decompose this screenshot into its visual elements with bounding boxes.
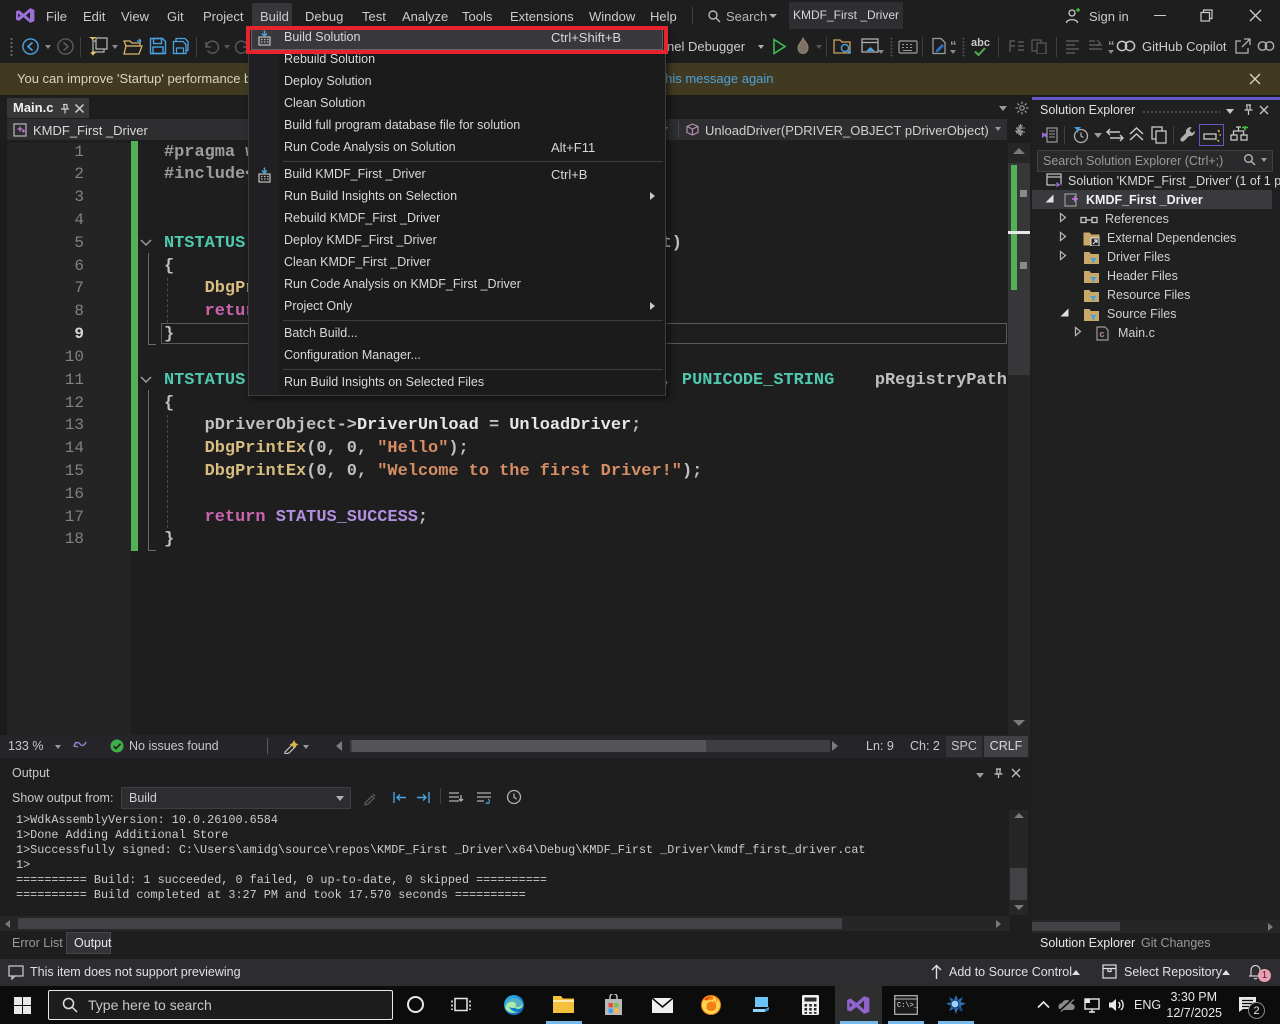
svg-text:c: c <box>1100 329 1105 339</box>
svg-text:C:\>_: C:\>_ <box>897 1002 918 1010</box>
